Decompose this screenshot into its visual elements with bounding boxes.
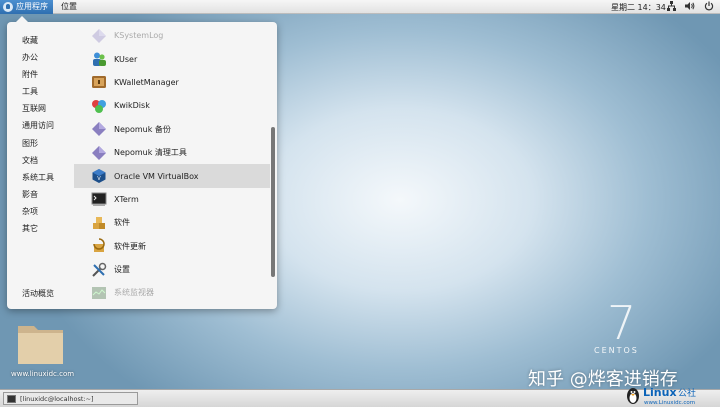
category-system-tools[interactable]: 系统工具 xyxy=(22,169,77,186)
category-favorites[interactable]: 收藏 xyxy=(22,32,77,49)
applications-menu: 收藏 办公 附件 工具 互联网 通用访问 图形 文档 系统工具 影音 杂项 其它… xyxy=(7,16,277,309)
app-label: KUser xyxy=(114,54,138,64)
clock[interactable]: 星期二 14：34 xyxy=(611,2,666,13)
svg-text:公社: 公社 xyxy=(678,387,696,399)
svg-text:V: V xyxy=(97,176,101,182)
folder-icon[interactable] xyxy=(17,320,64,366)
tools-icon xyxy=(92,262,107,277)
app-item-kuser[interactable]: KUser xyxy=(74,47,270,70)
app-label: 软件更新 xyxy=(114,241,146,251)
category-graphics[interactable]: 图形 xyxy=(22,135,77,152)
network-icon[interactable] xyxy=(667,1,676,11)
taskbar-terminal-button[interactable]: [linuxidc@localhost:~] xyxy=(3,392,138,405)
app-label: KWalletManager xyxy=(114,77,179,87)
category-list: 收藏 办公 附件 工具 互联网 通用访问 图形 文档 系统工具 影音 杂项 其它 xyxy=(22,32,77,237)
task-label: [linuxidc@localhost:~] xyxy=(20,394,94,403)
app-label: Nepomuk 清理工具 xyxy=(114,148,187,158)
update-icon xyxy=(93,238,105,253)
centos-logo-text: CENTOS xyxy=(594,346,639,355)
app-label: Oracle VM VirtualBox xyxy=(114,171,199,181)
app-item-system-monitor[interactable]: 系统监视器 xyxy=(74,281,270,304)
applications-menu-button[interactable]: 应用程序 xyxy=(0,0,53,14)
app-item-settings[interactable]: 设置 xyxy=(74,258,270,281)
power-icon[interactable] xyxy=(704,1,714,11)
app-item-kwalletmanager[interactable]: KWalletManager xyxy=(74,71,270,94)
category-accessories[interactable]: 附件 xyxy=(22,66,77,83)
category-documents[interactable]: 文档 xyxy=(22,152,77,169)
app-label: KSystemLog xyxy=(114,31,164,41)
category-multimedia[interactable]: 影音 xyxy=(22,186,77,203)
app-label: 系统监视器 xyxy=(114,288,154,298)
app-item-software[interactable]: 软件 xyxy=(74,211,270,234)
category-other[interactable]: 其它 xyxy=(22,220,77,237)
folder-label[interactable]: www.linuxidc.com xyxy=(11,370,74,378)
app-item-kwikdisk[interactable]: KwikDisk xyxy=(74,94,270,117)
terminal-icon xyxy=(7,394,16,403)
app-list: KSystemLog KUser KWalletManager KwikDisk… xyxy=(74,24,270,305)
virtualbox-icon: V xyxy=(92,169,106,184)
app-item-nepomuk-cleaner[interactable]: Nepomuk 清理工具 xyxy=(74,141,270,164)
places-label: 位置 xyxy=(61,2,77,11)
app-list-scrollbar[interactable] xyxy=(271,127,275,277)
gnome-foot-icon xyxy=(3,1,13,12)
disk-icon xyxy=(92,99,106,113)
terminal-icon xyxy=(91,192,107,207)
activities-overview-button[interactable]: 活动概览 xyxy=(22,288,54,299)
app-item-ksystemlog[interactable]: KSystemLog xyxy=(74,24,270,47)
category-internet[interactable]: 互联网 xyxy=(22,100,77,117)
category-office[interactable]: 办公 xyxy=(22,49,77,66)
category-universal-access[interactable]: 通用访问 xyxy=(22,117,77,134)
users-icon xyxy=(93,52,106,67)
app-item-software-update[interactable]: 软件更新 xyxy=(74,235,270,258)
taskbar: [linuxidc@localhost:~] xyxy=(0,389,720,407)
app-label: KwikDisk xyxy=(114,101,150,111)
app-item-xterm[interactable]: XTerm xyxy=(74,188,270,211)
places-menu-button[interactable]: 位置 xyxy=(53,1,85,12)
monitor-icon xyxy=(92,286,106,299)
app-item-virtualbox[interactable]: V Oracle VM VirtualBox xyxy=(74,164,270,188)
applications-label: 应用程序 xyxy=(16,2,48,11)
diamond-icon xyxy=(92,28,106,43)
app-label: Nepomuk 备份 xyxy=(114,124,171,134)
app-label: XTerm xyxy=(114,194,139,204)
category-misc[interactable]: 杂项 xyxy=(22,203,77,220)
volume-icon[interactable] xyxy=(685,1,695,11)
diamond-icon xyxy=(92,145,106,160)
app-item-nepomuk-backup[interactable]: Nepomuk 备份 xyxy=(74,118,270,141)
svg-text:Linux: Linux xyxy=(643,386,677,399)
category-tools[interactable]: 工具 xyxy=(22,83,77,100)
diamond-icon xyxy=(92,122,106,137)
top-bar: 应用程序 位置 星期二 14：34 xyxy=(0,0,720,14)
app-label: 软件 xyxy=(114,218,130,228)
centos-logo-seven: 7 xyxy=(607,296,637,350)
app-label: 设置 xyxy=(114,265,130,275)
system-tray xyxy=(667,1,714,11)
svg-text:www.Linuxidc.com: www.Linuxidc.com xyxy=(644,400,695,406)
linuxidc-logo: Linux 公社 www.Linuxidc.com xyxy=(627,386,696,406)
package-icon xyxy=(93,216,105,229)
wallet-icon xyxy=(92,76,106,89)
